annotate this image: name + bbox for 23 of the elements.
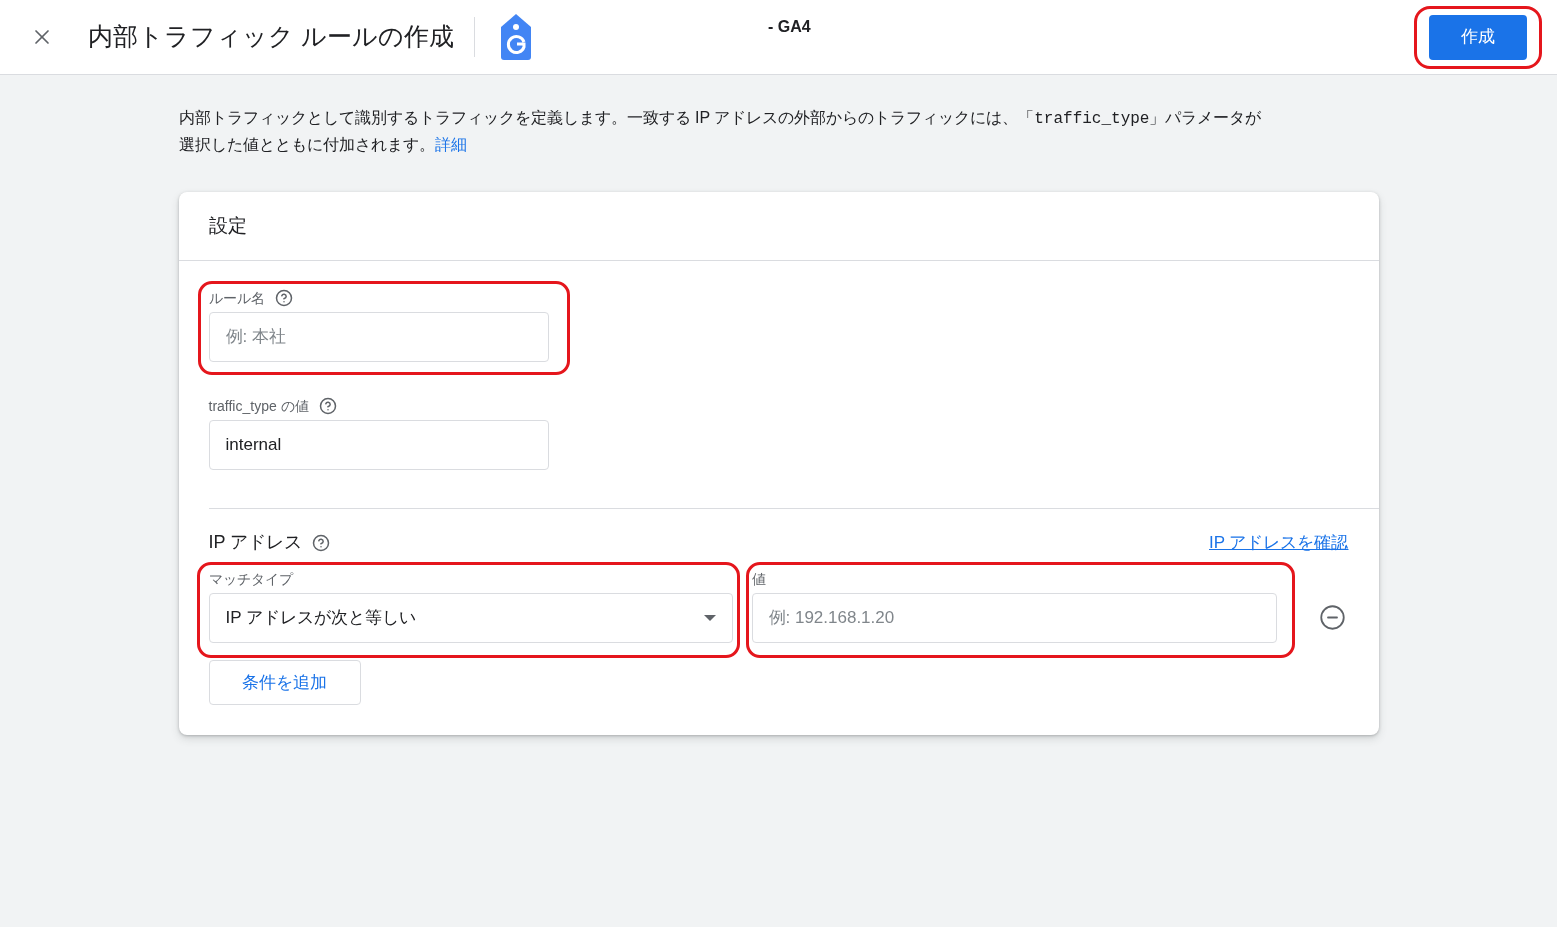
field-label: traffic_type の値 [208,396,309,416]
match-type-select[interactable]: IP アドレスが次と等しい [208,593,733,643]
dropdown-caret-icon [703,615,716,621]
details-link[interactable]: 詳細 [434,136,467,153]
add-condition-button[interactable]: 条件を追加 [208,660,361,705]
card-title: 設定 [208,213,247,238]
check-ip-link[interactable]: IP アドレスを確認 [1209,529,1349,556]
help-icon[interactable] [312,533,331,552]
help-icon[interactable] [274,289,293,307]
tag-icon [498,13,533,61]
page-title: 内部トラフィック ルールの作成 [88,21,454,53]
help-icon[interactable] [318,397,337,415]
description: 内部トラフィックとして識別するトラフィックを定義します。一致する IP アドレスの外部からのトラフィックには、「traffic_type」パラメータが選択した値とともに付加されます。詳細 [178,108,1263,155]
input-field[interactable]: 例: 192.168.1.20 [751,593,1277,643]
create-button[interactable]: 作成 [1429,14,1527,60]
remove-icon[interactable] [1318,603,1346,631]
app-name: - GA4 [768,17,811,37]
field-label: マッチタイプ [208,570,294,589]
input-field[interactable]: 例: 本社 [208,312,549,362]
input-field[interactable]: internal [208,420,549,470]
field-label: ルール名 [208,288,265,308]
field-label: 値 [751,570,767,589]
section-title: IP アドレス [208,531,303,554]
